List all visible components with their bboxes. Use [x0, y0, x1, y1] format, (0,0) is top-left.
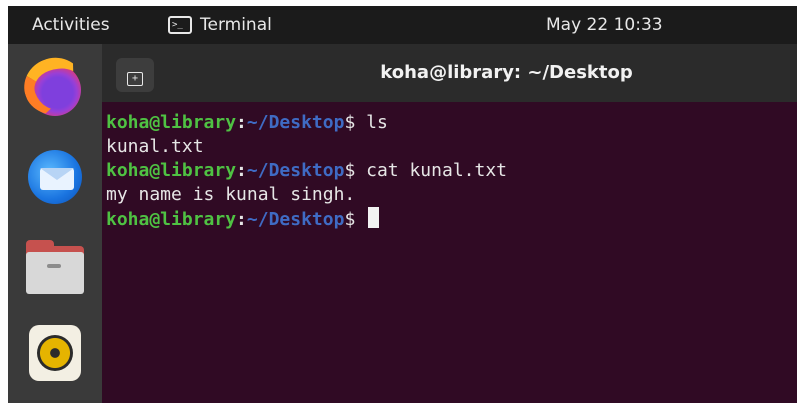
- prompt-symbol: $: [344, 209, 367, 230]
- top-bar: Activities >_ Terminal May 22 10:33: [8, 6, 797, 44]
- command-text: cat kunal.txt: [366, 160, 508, 181]
- terminal-icon: >_: [168, 16, 192, 34]
- prompt-symbol: $: [344, 112, 367, 133]
- prompt-line: koha@library:~/Desktop$: [106, 207, 507, 231]
- prompt-colon: :: [236, 209, 247, 230]
- prompt-user: koha@library: [106, 209, 237, 230]
- dock: [8, 44, 102, 403]
- prompt-line: koha@library:~/Desktop$ cat kunal.txt: [106, 159, 507, 183]
- rhythmbox-icon[interactable]: [22, 320, 88, 386]
- command-text: ls: [366, 112, 388, 133]
- prompt-colon: :: [236, 160, 247, 181]
- terminal-body[interactable]: koha@library:~/Desktop$ ls kunal.txt koha@…: [102, 102, 797, 403]
- output-line: kunal.txt: [106, 136, 204, 157]
- terminal-header-bar: + koha@library: ~/Desktop: [102, 44, 797, 102]
- firefox-icon[interactable]: [16, 49, 92, 123]
- prompt-path: ~/Desktop: [246, 160, 345, 181]
- prompt-line: koha@library:~/Desktop$ ls: [106, 111, 507, 135]
- thunderbird-icon[interactable]: [22, 144, 88, 210]
- prompt-path: ~/Desktop: [246, 209, 345, 230]
- output-line: my name is kunal singh.: [106, 184, 356, 205]
- terminal-cursor: [368, 207, 380, 228]
- prompt-user: koha@library: [106, 160, 237, 181]
- activities-button[interactable]: Activities: [32, 15, 110, 35]
- clock[interactable]: May 22 10:33: [546, 15, 663, 35]
- app-menu[interactable]: >_ Terminal: [168, 15, 272, 35]
- desktop-screen: Activities >_ Terminal May 22 10:33 + ko…: [8, 6, 797, 403]
- files-icon[interactable]: [22, 232, 88, 298]
- prompt-path: ~/Desktop: [246, 112, 345, 133]
- window-title: koha@library: ~/Desktop: [380, 62, 633, 83]
- prompt-colon: :: [236, 112, 247, 133]
- terminal-output: koha@library:~/Desktop$ ls kunal.txt koha@…: [106, 111, 507, 231]
- prompt-symbol: $: [344, 160, 367, 181]
- prompt-user: koha@library: [106, 112, 237, 133]
- app-menu-label: Terminal: [200, 15, 272, 35]
